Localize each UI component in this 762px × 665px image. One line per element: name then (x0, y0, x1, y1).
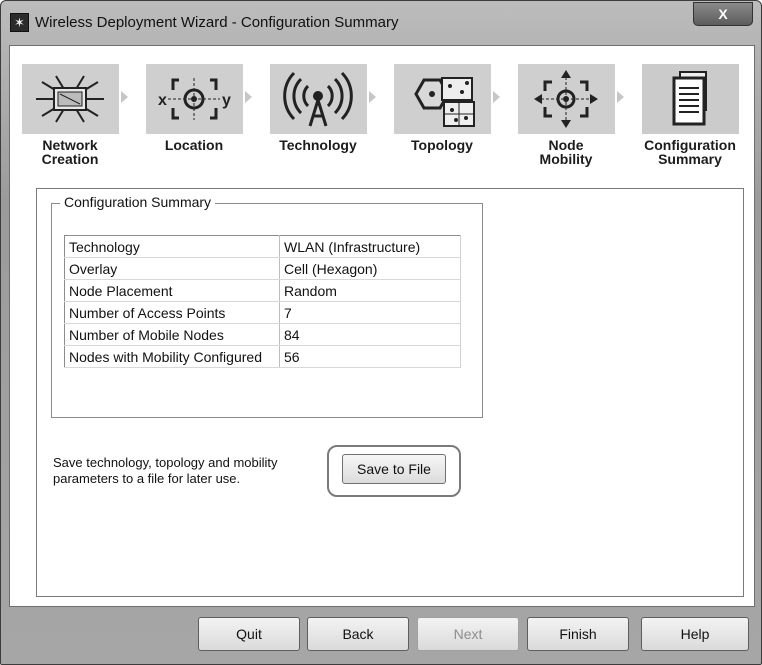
row-value: Cell (Hexagon) (279, 257, 461, 280)
table-row: Overlay Cell (Hexagon) (64, 257, 461, 280)
step-arrow-icon (493, 91, 500, 103)
step-arrow-icon (121, 91, 128, 103)
wireless-antenna-icon (270, 64, 367, 134)
table-row: Technology WLAN (Infrastructure) (64, 235, 461, 258)
document-icon (642, 64, 739, 134)
row-key: Technology (64, 235, 280, 258)
table-row: Number of Mobile Nodes 84 (64, 323, 461, 346)
summary-table: Technology WLAN (Infrastructure) Overlay… (64, 235, 461, 368)
wizard-content: Network Creation x y Location Technology… (9, 45, 755, 607)
step-topology: Topology (382, 46, 502, 178)
wizard-window: ✶ Wireless Deployment Wizard - Configura… (0, 0, 762, 665)
step-arrow-icon (617, 91, 624, 103)
row-value: Random (279, 279, 461, 302)
window-title: Wireless Deployment Wizard - Configurati… (35, 14, 399, 31)
close-button[interactable]: X (693, 2, 753, 26)
row-value: 7 (279, 301, 461, 324)
save-description: Save technology, topology and mobility p… (53, 455, 278, 486)
table-row: Node Placement Random (64, 279, 461, 302)
row-key: Number of Access Points (64, 301, 280, 324)
location-icon: x y (146, 64, 243, 134)
row-value: WLAN (Infrastructure) (279, 235, 461, 258)
topology-cells-icon (394, 64, 491, 134)
next-button[interactable]: Next (417, 617, 519, 651)
finish-button[interactable]: Finish (527, 617, 629, 651)
configuration-summary-group: Configuration Summary Technology WLAN (I… (51, 194, 483, 418)
table-row: Number of Access Points 7 (64, 301, 461, 324)
summary-panel: Configuration Summary Technology WLAN (I… (36, 188, 744, 597)
row-key: Overlay (64, 257, 280, 280)
group-title: Configuration Summary (60, 194, 216, 210)
row-value: 56 (279, 345, 461, 368)
table-row: Nodes with Mobility Configured 56 (64, 345, 461, 368)
row-value: 84 (279, 323, 461, 346)
help-button[interactable]: Help (641, 617, 749, 651)
svg-text:x: x (158, 92, 167, 109)
step-technology: Technology (258, 46, 378, 178)
title-bar[interactable]: ✶ Wireless Deployment Wizard - Configura… (1, 1, 761, 45)
step-label: Technology (279, 137, 357, 153)
button-bar: Quit Back Next Finish Help (1, 607, 761, 664)
app-icon: ✶ (10, 13, 29, 32)
step-label: Network Creation (41, 137, 99, 167)
step-location: x y Location (134, 46, 254, 178)
row-key: Nodes with Mobility Configured (64, 345, 280, 368)
quit-button[interactable]: Quit (198, 617, 300, 651)
step-network-creation: Network Creation (10, 46, 130, 178)
step-label: Configuration Summary (644, 137, 736, 167)
step-node-mobility: Node Mobility (506, 46, 626, 178)
step-arrow-icon (369, 91, 376, 103)
mobility-arrows-icon (518, 64, 615, 134)
step-label: Node Mobility (539, 137, 593, 167)
svg-text:y: y (222, 92, 231, 109)
step-label: Location (164, 137, 224, 153)
step-arrow-icon (245, 91, 252, 103)
row-key: Node Placement (64, 279, 280, 302)
step-configuration-summary: Configuration Summary (630, 46, 750, 178)
step-label: Topology (411, 137, 473, 153)
wizard-steps: Network Creation x y Location Technology… (10, 46, 754, 178)
back-button[interactable]: Back (307, 617, 409, 651)
save-to-file-button[interactable]: Save to File (342, 454, 446, 484)
network-icon (22, 64, 119, 134)
row-key: Number of Mobile Nodes (64, 323, 280, 346)
